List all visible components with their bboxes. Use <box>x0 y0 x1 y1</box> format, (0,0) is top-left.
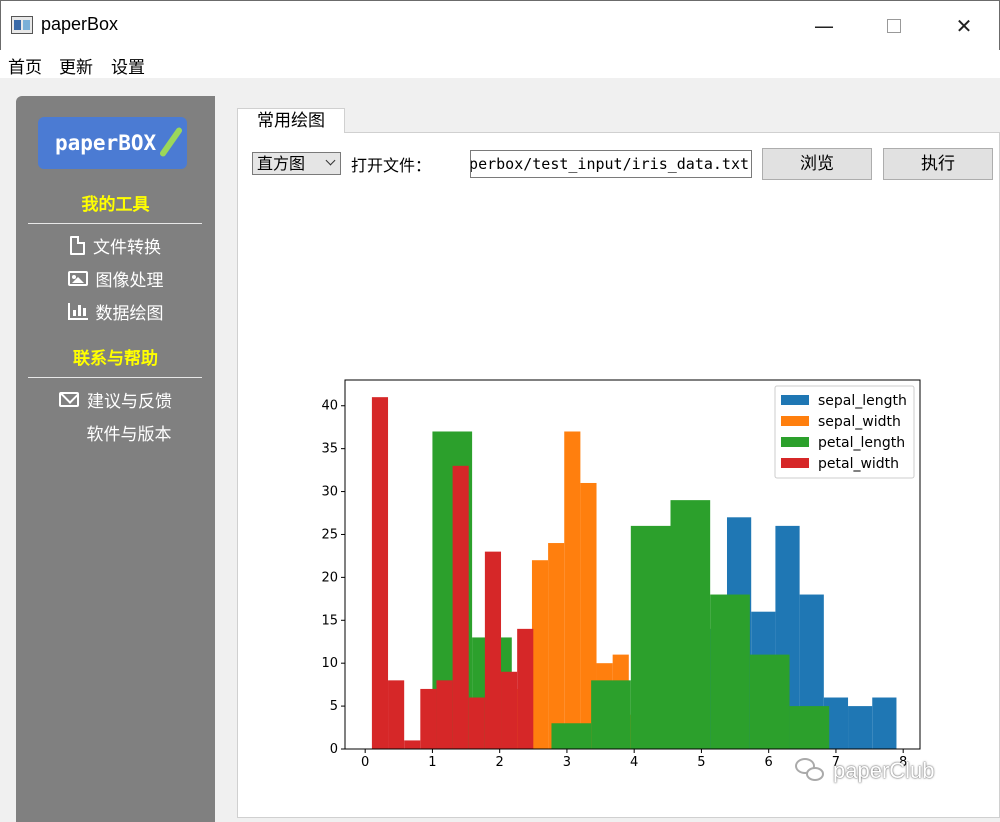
sidebar-item-label: 建议与反馈 <box>87 391 172 412</box>
bar-petal_width-7 <box>484 551 502 749</box>
logo-text: paperBOX <box>55 131 157 155</box>
sidebar-item-file-convert[interactable]: 文件转换 <box>16 230 215 260</box>
legend-swatch-sepal_length <box>781 395 809 405</box>
sidebar-item-version[interactable]: 软件与版本 <box>16 417 215 447</box>
y-tick-label: 35 <box>321 442 338 457</box>
x-tick-label: 1 <box>428 755 436 770</box>
watermark-text: paperClub <box>833 758 935 783</box>
pen-icon <box>158 126 184 158</box>
plot-type-value: 直方图 <box>257 154 306 173</box>
bar-petal_width-5 <box>452 465 469 749</box>
bar-petal_length-3 <box>551 723 592 749</box>
legend-label-petal_length: petal_length <box>818 435 905 451</box>
x-tick-label: 3 <box>563 755 571 770</box>
y-tick-label: 30 <box>321 485 338 500</box>
help-heading: 联系与帮助 <box>73 349 158 369</box>
bar-petal_width-8 <box>501 671 518 749</box>
wechat-icon <box>795 758 825 784</box>
windows-icon <box>60 423 79 442</box>
menu-settings[interactable]: 设置 <box>111 53 145 78</box>
x-tick-label: 4 <box>630 755 638 770</box>
y-tick-label: 5 <box>330 699 338 714</box>
sidebar-item-label: 数据绘图 <box>95 303 164 324</box>
legend-swatch-petal_length <box>781 437 809 447</box>
menu-update[interactable]: 更新 <box>59 53 93 78</box>
window-title: paperBox <box>41 14 119 34</box>
sidebar: paperBOX 我的工具 文件转换 图像处理 数据绘图 联系与帮助 建议与反馈… <box>16 96 215 822</box>
bar-sepal_length-9 <box>872 697 897 749</box>
histogram-svg: 0 1 2 3 4 5 6 7 80510152025303540 sepal_lengthsep… <box>321 379 921 770</box>
browse-button[interactable]: 浏览 <box>762 148 872 180</box>
bar-petal_width-3 <box>420 688 437 749</box>
legend-label-sepal_length: sepal_length <box>818 393 907 409</box>
chevron-down-icon <box>325 155 336 166</box>
open-file-label: 打开文件： <box>351 156 432 175</box>
bar-sepal_width-3 <box>548 543 565 749</box>
file-icon <box>70 235 85 255</box>
bar-petal_length-6 <box>670 500 711 749</box>
bar-petal_length-5 <box>630 525 671 749</box>
y-tick-label: 20 <box>321 570 338 585</box>
bar-petal_length-9 <box>789 706 830 749</box>
bar-petal_width-2 <box>404 740 421 749</box>
sidebar-item-label: 文件转换 <box>93 237 161 258</box>
file-path-input[interactable]: aperbox/test_input/iris_data.txt <box>470 150 752 178</box>
legend-label-sepal_width: sepal_width <box>818 414 901 430</box>
sidebar-item-data-plot[interactable]: 数据绘图 <box>16 296 215 326</box>
minimize-button[interactable]: — <box>801 1 847 51</box>
sidebar-item-label: 软件与版本 <box>86 424 172 445</box>
bar-sepal_width-2 <box>531 560 549 749</box>
maximize-icon <box>887 19 901 33</box>
bar-petal_width-4 <box>436 680 453 749</box>
bar-petal_width-1 <box>388 680 405 749</box>
bar-petal_length-4 <box>591 680 631 749</box>
legend-label-petal_width: petal_width <box>818 456 899 472</box>
x-tick-label: 2 <box>496 755 504 770</box>
x-tick-label: 5 <box>697 755 705 770</box>
maximize-button[interactable] <box>871 1 917 51</box>
image-icon <box>67 270 88 286</box>
run-button[interactable]: 执行 <box>883 148 993 180</box>
bar-petal_width-6 <box>468 697 485 749</box>
sidebar-item-feedback[interactable]: 建议与反馈 <box>16 384 215 414</box>
plot-type-select[interactable]: 直方图 <box>252 152 341 175</box>
mail-icon <box>59 391 79 407</box>
x-tick-label: 6 <box>765 755 773 770</box>
close-button[interactable]: ✕ <box>941 1 987 51</box>
menu-bar: 首页 更新 设置 <box>0 50 1000 78</box>
watermark: paperClub <box>795 758 935 784</box>
tab-common-plot[interactable]: 常用绘图 <box>237 108 345 133</box>
y-tick-label: 15 <box>321 613 338 628</box>
title-bar: paperBox — ✕ <box>0 0 1000 50</box>
bar-sepal_width-4 <box>564 431 581 749</box>
menu-home[interactable]: 首页 <box>8 53 42 78</box>
divider <box>28 377 202 378</box>
y-tick-label: 25 <box>321 527 338 542</box>
bar-petal_length-7 <box>710 594 750 749</box>
bar-petal_width-9 <box>517 628 534 749</box>
tools-heading: 我的工具 <box>81 195 150 215</box>
histogram-chart: 0 1 2 3 4 5 6 7 8 0 5 10 15 20 25 30 35 40 sepal_length sep… <box>300 370 940 780</box>
bar-petal_width-0 <box>371 397 389 749</box>
app-icon <box>11 16 33 34</box>
y-tick-label: 10 <box>321 656 338 671</box>
legend-swatch-petal_width <box>781 458 809 468</box>
sidebar-item-image-processing[interactable]: 图像处理 <box>16 263 215 293</box>
y-tick-label: 40 <box>321 399 338 414</box>
bar-petal_length-8 <box>749 654 790 749</box>
sidebar-item-label: 图像处理 <box>95 270 164 291</box>
y-tick-label: 0 <box>330 742 338 757</box>
file-path-value: aperbox/test_input/iris_data.txt <box>470 155 749 173</box>
paperbox-logo: paperBOX <box>38 117 187 169</box>
bar-sepal_length-8 <box>848 706 873 749</box>
legend-swatch-sepal_width <box>781 416 809 426</box>
x-tick-label: 0 <box>361 755 369 770</box>
divider <box>28 223 202 224</box>
bar-chart-icon <box>67 302 88 320</box>
